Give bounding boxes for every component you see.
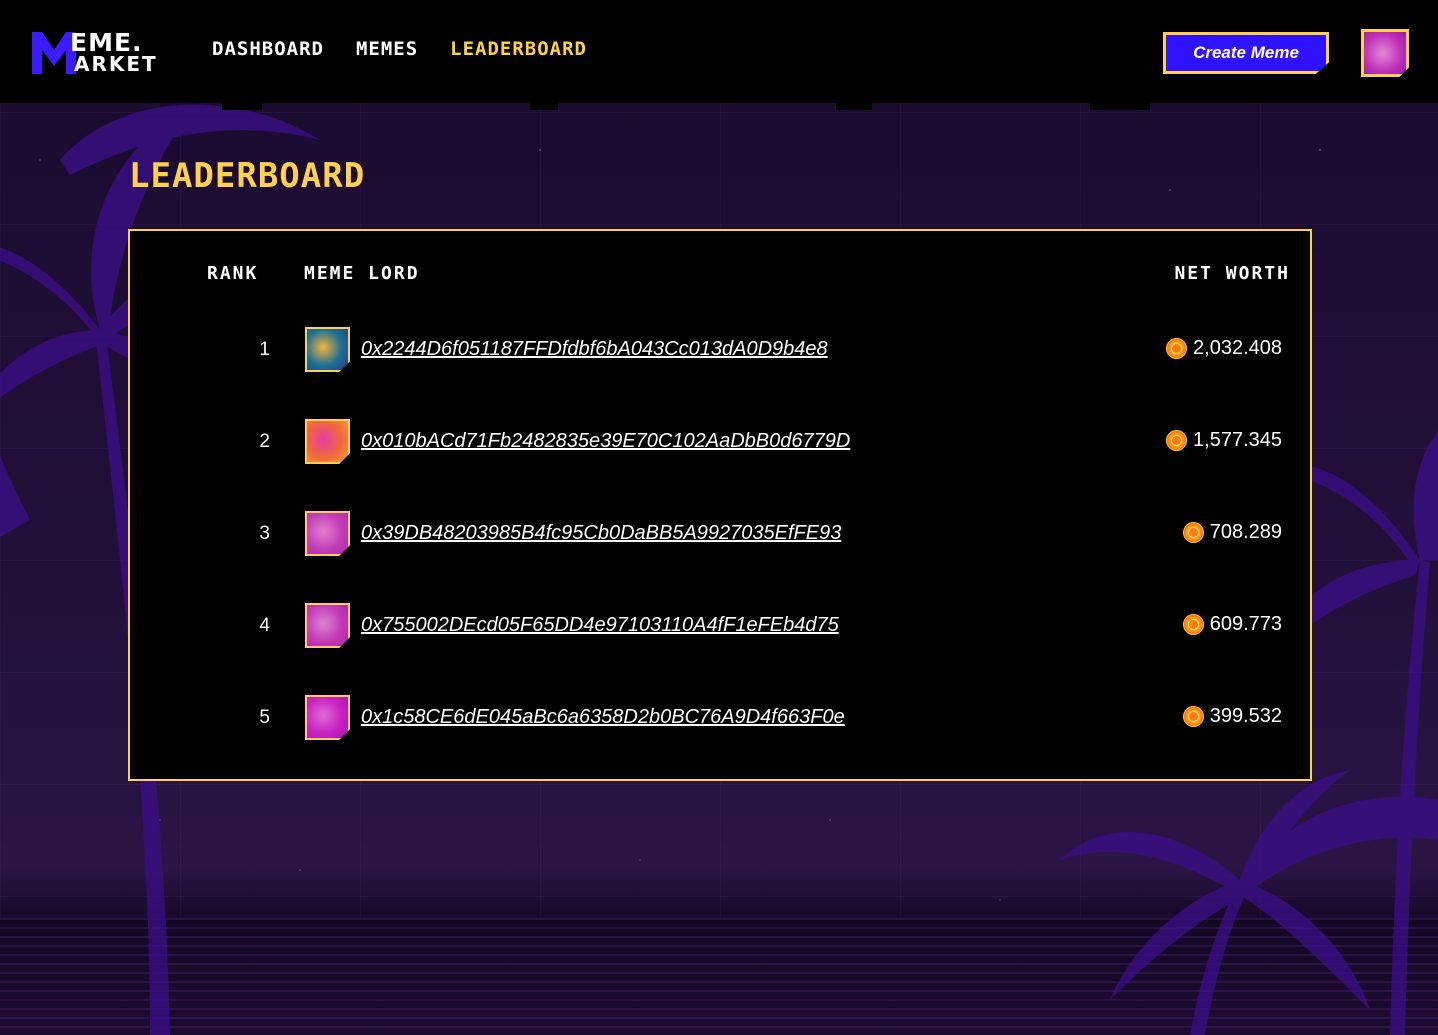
wallet-address-link[interactable]: 0x2244D6f051187FFDfdbf6bA043Cc013dA0D9b4… [361, 338, 828, 361]
wallet-address-link[interactable]: 0x010bACd71Fb2482835e39E70C102AaDbB0d677… [361, 430, 850, 453]
wallet-address-link[interactable]: 0x755002DEcd05F65DD4e97103110A4fF1eFEb4d… [361, 614, 839, 637]
rank-value: 3 [259, 523, 270, 544]
coin-icon [1182, 614, 1204, 635]
meme-avatar[interactable] [305, 327, 350, 372]
create-meme-button[interactable]: Create Meme [1163, 32, 1329, 74]
meme-avatar[interactable] [305, 603, 350, 648]
logo-text-bottom: ARKET [74, 52, 158, 76]
net-worth-value: 609.773 [1209, 613, 1282, 635]
net-worth: 2,032.408 [1166, 337, 1282, 360]
rank-value: 5 [259, 707, 270, 728]
header-notch [836, 100, 872, 110]
coin-icon [1166, 338, 1188, 359]
net-worth: 708.289 [1182, 521, 1282, 544]
meme-avatar[interactable] [305, 419, 350, 464]
table-row[interactable]: 2 0x010bACd71Fb2482835e39E70C102AaDbB0d6… [130, 419, 1310, 465]
wallet-address-link[interactable]: 0x39DB48203985B4fc95Cb0DaBB5A9927035EfFE… [361, 522, 841, 545]
rank-value: 1 [259, 339, 270, 360]
table-row[interactable]: 3 0x39DB48203985B4fc95Cb0DaBB5A9927035Ef… [130, 511, 1310, 557]
net-worth-value: 1,577.345 [1193, 429, 1282, 451]
leaderboard-table: Rank Meme Lord Net Worth 1 0x2244D6f0511… [128, 229, 1312, 781]
wallet-address-link[interactable]: 0x1c58CE6dE045aBc6a6358D2b0BC76A9D4f663F… [361, 706, 845, 729]
net-worth-value: 399.532 [1209, 705, 1282, 727]
header-notch [530, 100, 558, 110]
meme-avatar[interactable] [305, 695, 350, 740]
user-avatar-icon[interactable] [1361, 29, 1409, 77]
top-navbar: EME. ARKET Dashboard Memes Leaderboard C… [0, 0, 1438, 103]
table-row[interactable]: 1 0x2244D6f051187FFDfdbf6bA043Cc013dA0D9… [130, 327, 1310, 373]
rank-value: 4 [259, 615, 270, 636]
header-notch [222, 100, 262, 110]
coin-icon [1166, 430, 1188, 451]
column-header-meme-lord: Meme Lord [304, 263, 420, 284]
net-worth: 609.773 [1182, 613, 1282, 636]
net-worth: 1,577.345 [1166, 429, 1282, 452]
coin-icon [1182, 706, 1204, 727]
meme-avatar[interactable] [305, 511, 350, 556]
net-worth-value: 708.289 [1209, 521, 1282, 543]
nav-leaderboard[interactable]: Leaderboard [450, 38, 587, 60]
main-nav: Dashboard Memes Leaderboard [212, 38, 587, 60]
table-row[interactable]: 4 0x755002DEcd05F65DD4e97103110A4fF1eFEb… [130, 603, 1310, 649]
net-worth-value: 2,032.408 [1193, 337, 1282, 359]
rank-value: 2 [259, 431, 270, 452]
nav-memes[interactable]: Memes [356, 38, 418, 60]
table-row[interactable]: 5 0x1c58CE6dE045aBc6a6358D2b0BC76A9D4f66… [130, 695, 1310, 741]
nav-dashboard[interactable]: Dashboard [212, 38, 324, 60]
net-worth: 399.532 [1182, 705, 1282, 728]
column-header-net-worth: Net Worth [1174, 263, 1290, 284]
header-notch [1090, 100, 1150, 110]
column-header-rank: Rank [207, 263, 259, 284]
coin-icon [1182, 522, 1204, 543]
meme-market-logo[interactable]: EME. ARKET [30, 30, 166, 78]
page-title: Leaderboard [129, 156, 366, 196]
